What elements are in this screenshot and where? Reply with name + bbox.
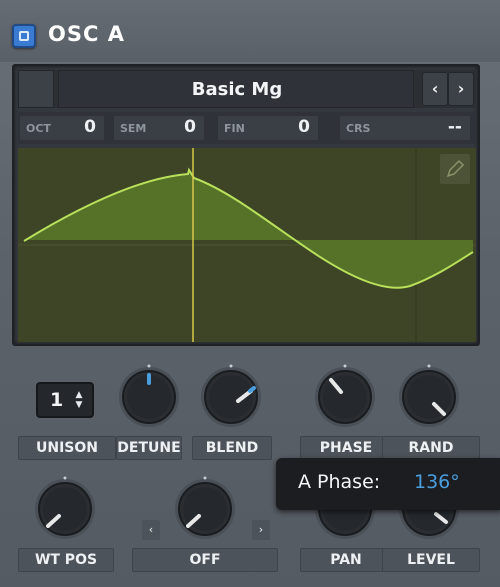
fine-field[interactable]: FIN 0 <box>218 116 318 140</box>
fine-value: 0 <box>298 117 310 137</box>
unison-voices-stepper[interactable]: 1 ▲ ▼ <box>36 382 94 418</box>
unison-value: 1 <box>50 389 64 411</box>
phase-label: PHASE <box>300 436 392 460</box>
coarse-label: CRS <box>346 122 371 135</box>
semitone-value: 0 <box>184 117 196 137</box>
unison-label: UNISON <box>18 436 116 460</box>
wavetable-selector-bar: Basic Mg ‹ › <box>18 70 476 108</box>
wavetable-edit-icon[interactable] <box>440 154 470 184</box>
wavetable-menu-button[interactable] <box>18 70 54 108</box>
coarse-field[interactable]: CRS -- <box>340 116 470 140</box>
warp-knob[interactable] <box>172 476 238 542</box>
level-label: LEVEL <box>382 548 480 572</box>
semitone-label: SEM <box>120 122 147 135</box>
osc-header: OSC A <box>0 0 500 62</box>
wt-position-label: WT POS <box>18 548 114 572</box>
detune-knob[interactable] <box>116 364 182 430</box>
wt-position-knob[interactable] <box>32 476 98 542</box>
waveform-view[interactable] <box>18 148 476 342</box>
oscillator-panel: OSC A Basic Mg ‹ › OCT 0 SEM 0 FIN 0 CRS… <box>0 0 500 587</box>
tooltip-value: 136° <box>414 471 460 493</box>
blend-label: BLEND <box>192 436 272 460</box>
coarse-value: -- <box>447 117 462 137</box>
octave-label: OCT <box>26 122 51 135</box>
wavetable-name: Basic Mg <box>191 79 283 100</box>
rand-label: RAND <box>382 436 480 460</box>
octave-value: 0 <box>84 117 96 137</box>
waveform-graph <box>18 148 476 342</box>
warp-mode-label: OFF <box>132 548 278 572</box>
wavetable-display: Basic Mg ‹ › OCT 0 SEM 0 FIN 0 CRS -- <box>12 64 480 346</box>
detune-label: DETUNE <box>116 436 182 460</box>
tooltip-label: A Phase: <box>298 471 381 493</box>
stepper-up-down-icon[interactable]: ▲ ▼ <box>72 390 86 412</box>
waveform-fill <box>24 170 473 288</box>
prev-wavetable-button[interactable]: ‹ <box>422 72 448 106</box>
next-wavetable-button[interactable]: › <box>448 72 474 106</box>
octave-field[interactable]: OCT 0 <box>20 116 104 140</box>
phase-knob[interactable] <box>312 364 378 430</box>
warp-next-arrow-icon[interactable]: › <box>252 520 270 540</box>
osc-title: OSC A <box>48 22 125 46</box>
semitone-field[interactable]: SEM 0 <box>114 116 204 140</box>
fine-label: FIN <box>224 122 245 135</box>
rand-knob[interactable] <box>396 364 462 430</box>
osc-power-toggle[interactable] <box>12 24 36 48</box>
wavetable-name-box[interactable]: Basic Mg <box>58 70 414 108</box>
warp-prev-arrow-icon[interactable]: ‹ <box>142 520 160 540</box>
pitch-controls-row: OCT 0 SEM 0 FIN 0 CRS -- <box>18 112 476 144</box>
power-square-icon <box>19 31 29 41</box>
blend-knob[interactable] <box>198 364 264 430</box>
parameter-tooltip: A Phase: 136° <box>276 458 500 510</box>
pan-label: PAN <box>300 548 392 572</box>
